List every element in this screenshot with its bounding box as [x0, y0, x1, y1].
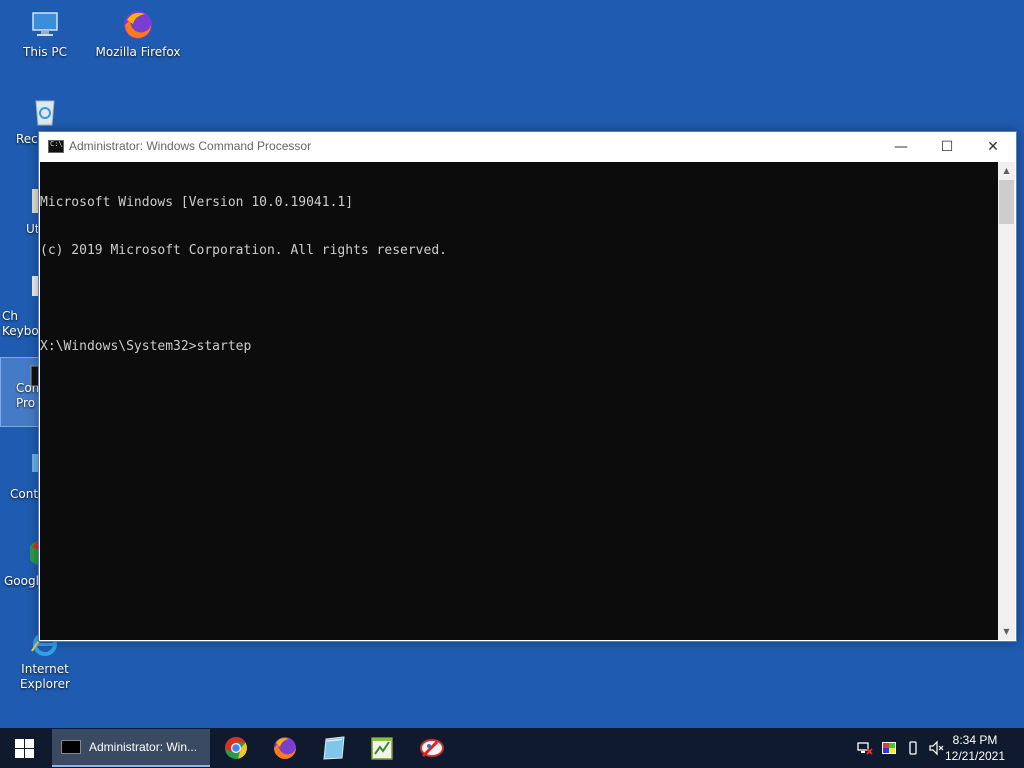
taskbar-app-paint[interactable]: [407, 728, 455, 768]
taskbar-app-chrome[interactable]: [212, 728, 260, 768]
desktop-icon-label: Ut: [26, 222, 40, 236]
desktop-icon-command-prompt[interactable]: Com Pro: [0, 357, 43, 427]
windows-logo-icon: [15, 739, 24, 748]
system-clock[interactable]: 8:34 PM 12/21/2021: [940, 732, 1010, 764]
scroll-down-arrow-icon[interactable]: ▼: [998, 623, 1015, 640]
recycle-bin-icon: [28, 95, 62, 129]
windows-logo-icon-part: [15, 749, 24, 758]
taskbar-app-firefox[interactable]: [261, 728, 309, 768]
desktop-icon-label: Ch Keyboa: [2, 309, 47, 338]
scroll-up-arrow-icon[interactable]: ▲: [998, 162, 1015, 179]
desktop-icon-utility[interactable]: Ut: [0, 185, 40, 237]
desktop-icon-google-chrome[interactable]: Google: [0, 537, 47, 589]
window-title: Administrator: Windows Command Processor: [69, 139, 312, 153]
console-icon: [61, 740, 81, 754]
start-button[interactable]: [0, 728, 48, 768]
windows-logo-icon-part: [25, 749, 34, 758]
command-prompt-window[interactable]: Administrator: Windows Command Processor…: [38, 131, 1017, 642]
desktop-icon-label: Google: [4, 574, 47, 588]
console-line: (c) 2019 Microsoft Corporation. All righ…: [40, 243, 447, 258]
clock-date: 12/21/2021: [944, 749, 1006, 763]
paint-icon: [420, 739, 444, 758]
console-prompt-line[interactable]: X:\Windows\System32>startep: [40, 339, 998, 355]
desktop-icon-label: Recy: [16, 132, 45, 146]
close-button[interactable]: ✕: [970, 132, 1016, 162]
minimize-button[interactable]: —: [878, 132, 924, 162]
desktop-icon-this-pc[interactable]: This PC: [0, 8, 90, 60]
scrollbar-thumb[interactable]: [999, 180, 1014, 224]
text-editor-icon: [371, 737, 393, 760]
desktop-icon-keyboard[interactable]: Ch Keyboa: [0, 272, 47, 339]
usb-icon[interactable]: [905, 740, 921, 756]
desktop-icon-label: Mozilla Firefox: [95, 45, 181, 59]
taskbar-app-notepad[interactable]: [310, 728, 358, 768]
taskbar-app-text-editor[interactable]: [358, 728, 406, 768]
color-icon[interactable]: [881, 740, 897, 756]
network-icon[interactable]: [857, 740, 873, 756]
maximize-button[interactable]: ☐: [924, 132, 970, 162]
desktop-icon-recycle-bin[interactable]: Recy: [0, 95, 55, 147]
clock-time: 8:34 PM: [952, 733, 998, 747]
windows-logo-icon-part: [25, 739, 34, 748]
notepad-icon: [323, 736, 345, 760]
desktop-icon-label: Contr: [10, 487, 43, 501]
desktop-icon-firefox[interactable]: Mozilla Firefox: [93, 8, 183, 60]
console-icon: [48, 140, 64, 153]
desktop-icon-label: Internet Explorer: [20, 662, 70, 691]
desktop-icon-label: This PC: [23, 45, 67, 59]
vertical-scrollbar[interactable]: ▲ ▼: [998, 162, 1015, 640]
title-bar[interactable]: Administrator: Windows Command Processor…: [39, 132, 1016, 162]
computer-icon: [28, 8, 62, 42]
taskbar-item-label: Administrator: Win...: [89, 740, 198, 754]
firefox-icon: [121, 8, 155, 42]
console-output[interactable]: Microsoft Windows [Version 10.0.19041.1]…: [40, 162, 998, 640]
chrome-icon: [225, 737, 247, 759]
firefox-icon: [274, 737, 296, 759]
taskbar: Administrator: Win... 8:34 PM 12/21/2021: [0, 728, 1024, 768]
console-line: Microsoft Windows [Version 10.0.19041.1]: [40, 195, 354, 210]
taskbar-item-command-prompt[interactable]: Administrator: Win...: [52, 729, 210, 767]
desktop-icon-control-panel[interactable]: Contr: [0, 450, 43, 502]
